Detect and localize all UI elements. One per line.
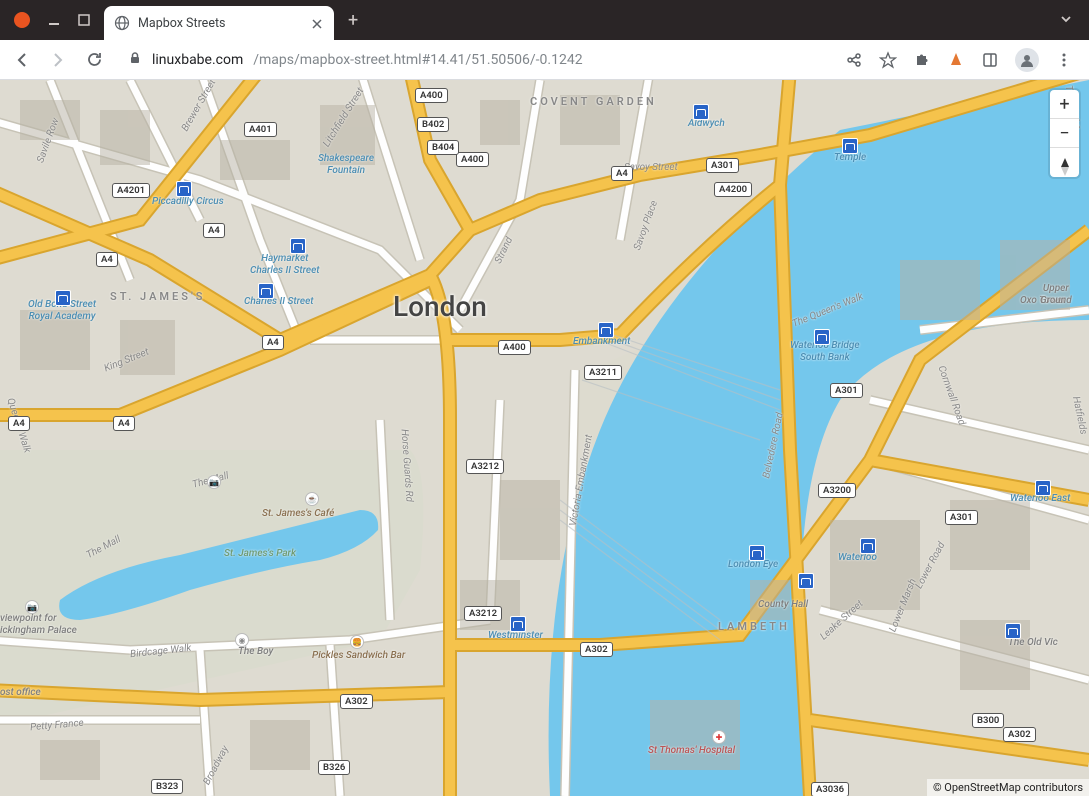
shield-a301-2: A301	[830, 383, 863, 398]
metro-icon	[290, 238, 306, 254]
metro-icon	[860, 538, 876, 554]
shield-a301-3: A301	[945, 510, 978, 525]
metro-icon	[842, 138, 858, 154]
shield-a302-1: A302	[580, 642, 613, 657]
shield-a301-1: A301	[706, 158, 739, 173]
camera-icon: 📷	[25, 600, 39, 614]
poi-county-hall: County Hall	[758, 599, 808, 611]
compass-button[interactable]	[1050, 148, 1079, 177]
monument-icon: ◉	[235, 633, 249, 647]
shield-a3212-2: A3212	[464, 606, 502, 621]
camera-icon: 📷	[207, 475, 221, 489]
extension-icon[interactable]	[947, 51, 965, 69]
poi-st-thomas: St Thomas' Hospital	[648, 745, 735, 757]
city-label: London	[393, 290, 487, 323]
shield-a4-upper: A4	[611, 166, 633, 181]
tab-title: Mapbox Streets	[138, 16, 302, 31]
profile-avatar[interactable]	[1015, 48, 1039, 72]
metro-icon	[258, 283, 274, 299]
toolbar-right-icons	[837, 48, 1081, 72]
shield-a4-1: A4	[96, 252, 118, 267]
shield-a401: A401	[244, 122, 277, 137]
puzzle-icon[interactable]	[913, 51, 931, 69]
metro-icon	[510, 616, 526, 632]
shield-a400-3: A400	[498, 340, 531, 355]
cafe-icon: ☕	[305, 492, 319, 506]
shield-a4-2: A4	[203, 223, 225, 238]
window-titlebar: Mapbox Streets +	[0, 0, 1089, 40]
poi-upper-ground: Upper Ground	[1040, 283, 1072, 306]
browser-tab[interactable]: Mapbox Streets	[104, 6, 334, 40]
window-close-button[interactable]	[14, 12, 30, 28]
poi-charles-ii: Charles II Street	[244, 296, 314, 308]
metro-icon	[1005, 623, 1021, 639]
metro-icon	[693, 104, 709, 120]
poi-st-james-cafe: St. James's Café	[262, 508, 334, 520]
shield-a4200: A4200	[714, 182, 752, 197]
address-bar[interactable]: linuxbabe.com/maps/mapbox-street.html#14…	[116, 45, 829, 75]
window-maximize-button[interactable]	[78, 14, 90, 26]
reload-button[interactable]	[80, 46, 108, 74]
poi-piccadilly-circus: Piccadilly Circus	[152, 196, 224, 208]
shield-a4-5: A4	[113, 416, 135, 431]
shield-a302-2: A302	[340, 694, 373, 709]
shield-a3212-1: A3212	[466, 459, 504, 474]
metro-icon	[1035, 480, 1051, 496]
district-covent-garden: COVENT GARDEN	[530, 95, 657, 108]
poi-st-james-park: St. James's Park	[224, 548, 296, 560]
side-panel-icon[interactable]	[981, 51, 999, 69]
shield-a4-4: A4	[8, 416, 30, 431]
star-icon[interactable]	[879, 51, 897, 69]
shield-a302-3: A302	[1003, 727, 1036, 742]
shield-b326: B326	[318, 760, 350, 775]
new-tab-button[interactable]: +	[334, 10, 372, 31]
share-icon[interactable]	[845, 51, 863, 69]
url-path: /maps/mapbox-street.html#14.41/51.50506/…	[253, 52, 582, 68]
chevron-down-icon[interactable]	[1043, 11, 1089, 30]
shield-b402: B402	[417, 117, 449, 132]
metro-icon	[814, 329, 830, 345]
shield-b323: B323	[151, 779, 183, 794]
menu-icon[interactable]	[1055, 51, 1073, 69]
shield-b404: B404	[427, 140, 459, 155]
map-attribution[interactable]: © OpenStreetMap contributors	[927, 779, 1089, 796]
shield-a400-2: A400	[456, 152, 489, 167]
zoom-in-button[interactable]: +	[1050, 90, 1079, 119]
poi-post-office: ost office	[0, 687, 41, 699]
metro-icon	[176, 181, 192, 197]
shield-a3211: A3211	[584, 365, 622, 380]
map-canvas[interactable]: London COVENT GARDEN ST. JAMES'S LAMBETH…	[0, 80, 1089, 796]
hospital-icon: ✚	[712, 730, 726, 744]
window-buttons	[0, 12, 104, 28]
metro-icon	[598, 322, 614, 338]
globe-icon	[114, 15, 130, 31]
poi-pickles: Pickles Sandwich Bar	[312, 650, 405, 662]
shield-b300: B300	[972, 713, 1004, 728]
poi-shakespeare-fountain: Shakespeare Fountain	[318, 153, 374, 176]
poi-viewpoint: viewpoint for ickingham Palace	[0, 613, 77, 636]
shield-a4201: A4201	[112, 183, 150, 198]
map-controls: + −	[1050, 90, 1079, 177]
close-icon[interactable]	[310, 16, 324, 30]
browser-toolbar: linuxbabe.com/maps/mapbox-street.html#14…	[0, 40, 1089, 80]
back-button[interactable]	[8, 46, 36, 74]
shield-a3200: A3200	[818, 483, 856, 498]
shield-a400-1: A400	[415, 88, 448, 103]
metro-icon	[749, 545, 765, 561]
district-st-jamess: ST. JAMES'S	[110, 290, 205, 303]
district-lambeth: LAMBETH	[718, 620, 790, 633]
food-icon: 🍔	[350, 635, 364, 649]
poi-the-boy: The Boy	[238, 646, 273, 658]
forward-button[interactable]	[44, 46, 72, 74]
window-minimize-button[interactable]	[48, 14, 60, 26]
poi-haymarket: Haymarket Charles II Street	[250, 253, 320, 276]
zoom-out-button[interactable]: −	[1050, 119, 1079, 148]
metro-icon	[798, 573, 814, 589]
lock-icon	[128, 51, 142, 69]
url-host: linuxbabe.com	[152, 52, 243, 68]
metro-icon	[55, 290, 71, 306]
shield-a3036: A3036	[811, 782, 849, 796]
shield-a4-3: A4	[262, 335, 284, 350]
